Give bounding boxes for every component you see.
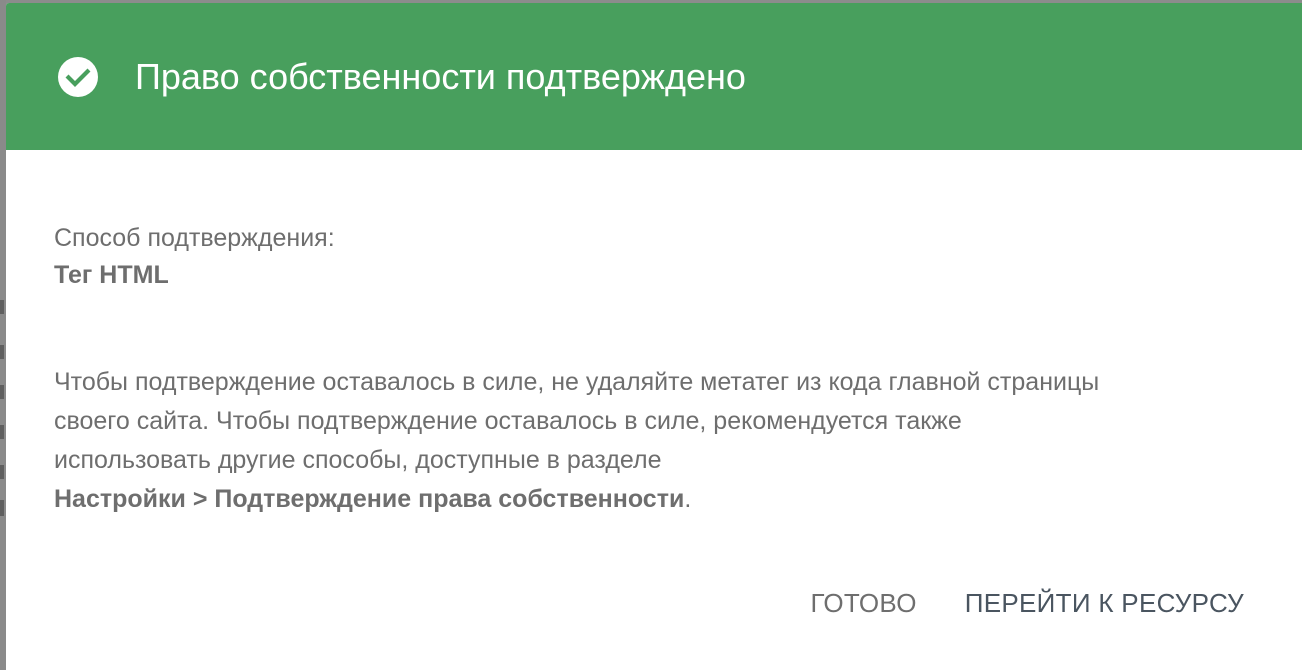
- dialog-actions: ГОТОВО ПЕРЕЙТИ К РЕСУРСУ: [810, 583, 1244, 623]
- description-settings-line: Настройки > Подтверждение права собствен…: [54, 480, 1254, 519]
- backdrop-fragment: [0, 500, 4, 516]
- backdrop-fragment: [0, 345, 4, 359]
- dialog-title: Право собственности подтверждено: [135, 56, 746, 97]
- backdrop-fragment: [0, 300, 4, 314]
- verification-method-value: Тег HTML: [54, 261, 169, 289]
- settings-path: Настройки > Подтверждение права собствен…: [54, 485, 685, 513]
- dialog-header: Право собственности подтверждено: [6, 3, 1302, 150]
- backdrop-fragment: [0, 465, 4, 479]
- backdrop-fragment: [0, 425, 4, 439]
- description-line: своего сайта. Чтобы подтверждение остава…: [54, 407, 962, 435]
- verification-method-label: Способ подтверждения:: [54, 224, 335, 252]
- settings-path-suffix: .: [684, 485, 692, 513]
- description-line: Чтобы подтверждение оставалось в силе, н…: [54, 368, 1100, 396]
- done-button[interactable]: ГОТОВО: [810, 583, 916, 623]
- backdrop-fragment: [0, 385, 4, 399]
- check-circle-icon: [57, 56, 99, 98]
- go-to-property-button[interactable]: ПЕРЕЙТИ К РЕСУРСУ: [965, 583, 1244, 623]
- dialog-description: Чтобы подтверждение оставалось в силе, н…: [54, 363, 1254, 519]
- description-line: использовать другие способы, доступные в…: [54, 446, 662, 474]
- verification-dialog: Право собственности подтверждено Способ …: [6, 3, 1302, 670]
